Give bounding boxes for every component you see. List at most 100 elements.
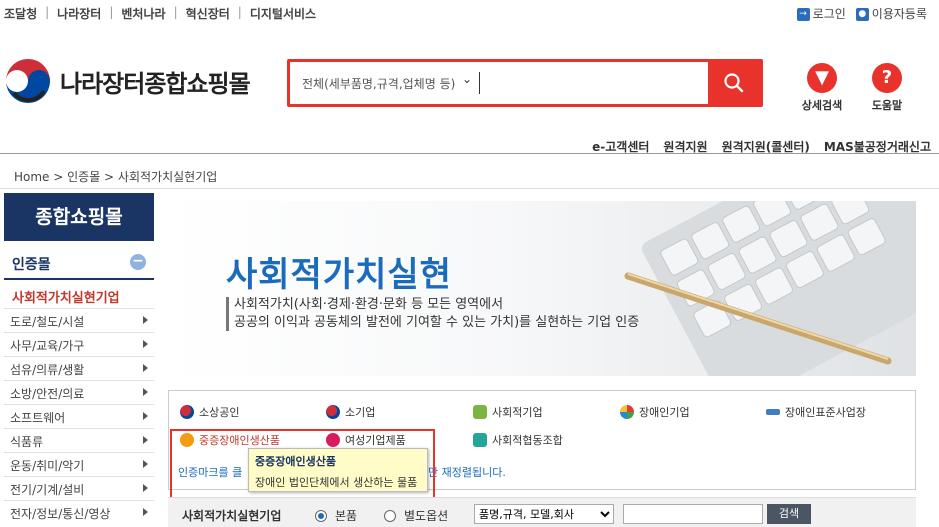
- sidebar-item[interactable]: 소프트웨어: [4, 404, 154, 428]
- govt-emblem-icon: [180, 405, 194, 419]
- help-label: 도움말: [871, 99, 903, 112]
- govt-emblem-icon: [326, 405, 340, 419]
- standard-workplace-icon: [766, 409, 780, 415]
- social-enterprise-icon: [473, 405, 487, 419]
- sidebar-item[interactable]: 도로/철도/시설: [4, 308, 154, 332]
- sidebar-item[interactable]: 소방/안전/의료: [4, 380, 154, 404]
- cert-disabled-standard-workplace[interactable]: 장애인표준사업장: [766, 404, 866, 420]
- sidebar-item-label: 사무/교육/가구: [10, 339, 85, 353]
- banner-desc-line-2: 공공의 이익과 공동체의 발전에 기여할 수 있는 가치)를 실현하는 기업 인…: [234, 315, 640, 330]
- chevron-right-icon: [143, 412, 148, 420]
- cert-label: 사회적기업: [492, 406, 543, 419]
- sidebar-item-label: 도로/철도/시설: [10, 315, 85, 329]
- chevron-right-icon: [143, 364, 148, 372]
- chevron-right-icon: [143, 484, 148, 492]
- tooltip: 중증장애인생산품 장애인 법인단체에서 생산하는 물품: [248, 448, 428, 492]
- sidebar-list: 도로/철도/시설 사무/교육/가구 섬유/의류/생활 소방/안전/의료 소프트웨…: [4, 308, 154, 524]
- sidebar-item-social-value[interactable]: 사회적가치실현기업: [4, 282, 154, 308]
- sidebar-item[interactable]: 전기/기계/설비: [4, 476, 154, 500]
- radio-label: 본품: [335, 509, 358, 523]
- divider: [0, 188, 939, 189]
- cert-label: 사회적협동조합: [492, 434, 563, 447]
- filter-icon: ▼: [807, 63, 837, 93]
- divider: [0, 153, 939, 154]
- chevron-right-icon: [143, 388, 148, 396]
- cert-micro-enterprise[interactable]: 소기업: [326, 404, 375, 420]
- user-icon: ●: [855, 8, 869, 21]
- search-field-select[interactable]: 품명,규격, 모델,회사: [474, 504, 614, 524]
- sidebar-category-label: 인증몰: [12, 257, 51, 273]
- text-cursor: [479, 72, 480, 94]
- banner-title: 사회적가치실현: [226, 255, 452, 295]
- cert-social-cooperative[interactable]: 사회적협동조합: [473, 432, 563, 448]
- sidebar-item[interactable]: 섬유/의류/생활: [4, 356, 154, 380]
- chevron-right-icon: [143, 316, 148, 324]
- chevron-down-icon[interactable]: ⌄: [462, 72, 472, 86]
- social-cooperative-icon: [473, 433, 487, 447]
- banner-desc-line-1: 사회적가치(사회·경제·환경·문화 등 모든 영역에서: [234, 297, 504, 312]
- login-label: 로그인: [812, 7, 846, 21]
- sidebar-item-label: 전기/기계/설비: [10, 483, 85, 497]
- cert-small-business[interactable]: 소상공인: [180, 404, 239, 420]
- sidebar-item[interactable]: 사무/교육/가구: [4, 332, 154, 356]
- top-link-venture[interactable]: 벤처나라: [121, 5, 165, 22]
- top-link-pps[interactable]: 조달청: [4, 5, 37, 22]
- taegeuk-logo-icon: [5, 58, 51, 104]
- sidebar-item-label: 운동/취미/악기: [10, 459, 85, 473]
- top-link-innovation[interactable]: 혁신장터: [186, 5, 230, 22]
- sidebar-item-label: 소프트웨어: [10, 411, 66, 425]
- search-input[interactable]: 전체(세부품명,규격,업체명 등): [302, 75, 455, 92]
- login-link[interactable]: → 로그인: [796, 5, 846, 22]
- notice-text-right: 만 재정렬됩니다.: [428, 466, 506, 479]
- banner-description: 사회적가치(사회·경제·환경·문화 등 모든 영역에서 공공의 이익과 공동체의…: [234, 296, 639, 332]
- radio-dot[interactable]: [315, 509, 327, 522]
- keyword-input[interactable]: [623, 504, 763, 524]
- detail-search-label: 상세검색: [801, 99, 843, 112]
- chevron-right-icon: [143, 340, 148, 348]
- search-button[interactable]: [708, 62, 760, 104]
- top-link-naramarket[interactable]: 나라장터: [57, 5, 101, 22]
- radio-label: 별도옵션: [404, 509, 449, 523]
- radio-dot[interactable]: [384, 509, 396, 522]
- cert-label: 소기업: [345, 406, 376, 419]
- tooltip-body: 장애인 법인단체에서 생산하는 물품: [255, 476, 418, 489]
- sidebar-item[interactable]: 운동/취미/악기: [4, 452, 154, 476]
- top-bar: 조달청 | 나라장터 | 벤처나라 | 혁신장터 | 디지털서비스 → 로그인 ● 이용자등…: [0, 0, 939, 28]
- help-button[interactable]: ? 도움말: [862, 63, 912, 113]
- banner-accent-bar: [226, 297, 229, 331]
- sidebar-category[interactable]: 인증몰 −: [4, 244, 154, 280]
- cert-social-enterprise[interactable]: 사회적기업: [473, 404, 543, 420]
- cert-disabled-enterprise[interactable]: 장애인기업: [620, 404, 690, 420]
- filter-search-button[interactable]: 검색: [767, 504, 811, 524]
- register-link[interactable]: ● 이용자등록: [855, 5, 927, 22]
- radio-main-product[interactable]: 본품: [315, 507, 357, 524]
- keyboard-pen-illustration: [624, 201, 916, 376]
- detail-search-button[interactable]: ▼ 상세검색: [797, 63, 847, 113]
- chevron-right-icon: [143, 460, 148, 468]
- sidebar-item-label: 전자/정보/통신/영상: [10, 507, 111, 521]
- disabled-enterprise-icon: [620, 405, 634, 419]
- top-links: 조달청 | 나라장터 | 벤처나라 | 혁신장터 | 디지털서비스: [4, 5, 317, 22]
- sidebar-item-label: 소방/안전/의료: [10, 387, 85, 401]
- question-icon: ?: [872, 63, 902, 93]
- site-logo[interactable]: 나라장터종합쇼핑몰: [4, 57, 251, 105]
- breadcrumb: Home > 인증몰 > 사회적가치실현기업: [14, 170, 218, 184]
- sidebar-item[interactable]: 식품류: [4, 428, 154, 452]
- sidebar-title: 종합쇼핑몰: [4, 193, 154, 241]
- brand-name: 나라장터종합쇼핑몰: [60, 69, 251, 98]
- search-box: 전체(세부품명,규격,업체명 등) ⌄: [287, 59, 763, 107]
- register-label: 이용자등록: [871, 7, 927, 21]
- sidebar-item-label: 식품류: [10, 435, 44, 449]
- collapse-icon[interactable]: −: [130, 254, 146, 270]
- radio-separate-option[interactable]: 별도옵션: [384, 507, 448, 524]
- chevron-right-icon: [143, 436, 148, 444]
- tooltip-title: 중증장애인생산품: [255, 455, 336, 468]
- top-link-digital[interactable]: 디지털서비스: [250, 5, 316, 22]
- cert-label: 소상공인: [199, 406, 240, 419]
- search-filter-bar: 사회적가치실현기업 본품 별도옵션 품명,규격, 모델,회사 검색: [168, 497, 916, 527]
- sidebar-item[interactable]: 전자/정보/통신/영상: [4, 500, 154, 524]
- chevron-right-icon: [143, 508, 148, 516]
- login-icon: →: [796, 8, 810, 21]
- sidebar-item-label: 섬유/의류/생활: [10, 363, 85, 377]
- filter-label: 사회적가치실현기업: [182, 509, 282, 523]
